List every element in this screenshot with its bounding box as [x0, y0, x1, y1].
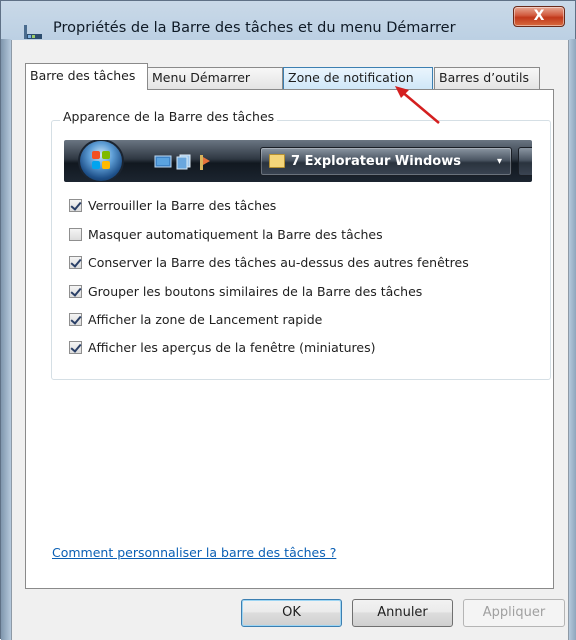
- window-frame-right: [569, 39, 576, 640]
- properties-dialog: Propriétés de la Barre des tâches et du …: [0, 0, 576, 640]
- window-title: Propriétés de la Barre des tâches et du …: [53, 20, 456, 36]
- option-label: Conserver la Barre des tâches au-dessus …: [88, 255, 469, 270]
- media-player-icon: [200, 155, 210, 170]
- checkbox[interactable]: [69, 228, 82, 241]
- windows-start-orb-icon: [80, 141, 122, 181]
- cancel-button[interactable]: Annuler: [352, 599, 453, 627]
- checkbox[interactable]: [69, 341, 82, 354]
- chevron-down-icon: ▾: [497, 156, 503, 167]
- close-button[interactable]: X: [513, 6, 565, 27]
- option-label: Afficher la zone de Lancement rapide: [88, 312, 323, 327]
- windows-logo-icon: [92, 151, 110, 169]
- annotation-arrow-icon: [395, 86, 440, 124]
- explorer-taskbar-button: 7 Explorateur Windows ▾: [260, 147, 512, 176]
- group-label: Apparence de la Barre des tâches: [60, 109, 278, 124]
- title-bar: Propriétés de la Barre des tâches et du …: [1, 1, 576, 39]
- apply-button[interactable]: Appliquer: [463, 599, 565, 627]
- tab-taskbar[interactable]: Barre des tâches: [25, 63, 148, 90]
- help-link[interactable]: Comment personnaliser la barre des tâche…: [52, 545, 336, 560]
- checkbox[interactable]: [69, 313, 82, 326]
- tab-toolbars[interactable]: Barres d’outils: [434, 67, 540, 89]
- option-label: Grouper les boutons similaires de la Bar…: [88, 284, 423, 299]
- tab-panel: 7 Explorateur Windows ▾ Verrouiller la B…: [25, 89, 554, 589]
- folder-icon: [269, 154, 285, 168]
- explorer-button-label: 7 Explorateur Windows: [291, 154, 461, 169]
- tab-start-menu[interactable]: Menu Démarrer: [147, 67, 283, 89]
- ok-button[interactable]: OK: [241, 599, 342, 627]
- close-icon: X: [533, 8, 545, 24]
- appearance-group: 7 Explorateur Windows ▾ Verrouiller la B…: [51, 120, 551, 380]
- taskbar-properties-icon: [24, 25, 42, 39]
- checkbox[interactable]: [69, 199, 82, 212]
- option-label: Afficher les aperçus de la fenêtre (mini…: [88, 340, 376, 355]
- checkbox[interactable]: [69, 256, 82, 269]
- show-desktop-icon: [154, 155, 172, 168]
- option-label: Verrouiller la Barre des tâches: [88, 198, 277, 213]
- option-label: Masquer automatiquement la Barre des tâc…: [88, 227, 383, 242]
- switch-windows-icon: [176, 154, 191, 170]
- next-taskbar-button: [518, 147, 532, 176]
- window-frame-left: [1, 39, 11, 640]
- taskbar-preview: 7 Explorateur Windows ▾: [64, 140, 532, 182]
- checkbox[interactable]: [69, 285, 82, 298]
